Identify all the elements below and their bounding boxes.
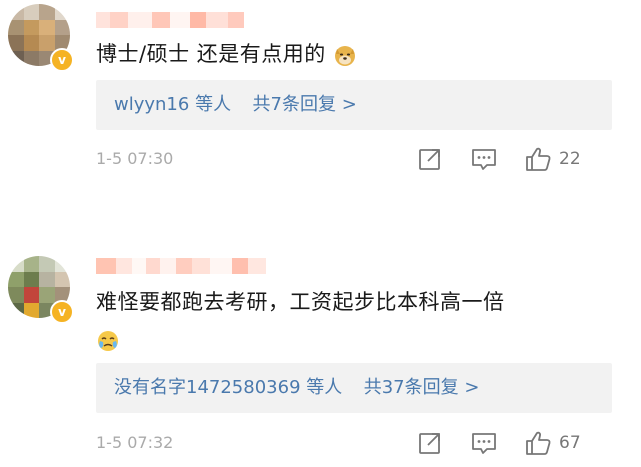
like-count: 67 bbox=[559, 433, 581, 453]
comment-meta-row: 1-5 07:32 67 bbox=[96, 428, 616, 458]
username-redacted[interactable] bbox=[96, 258, 266, 274]
username-redacted[interactable] bbox=[96, 12, 244, 28]
crying-emoji bbox=[98, 331, 118, 351]
comment-item: v 博士/硕士 还是有点用的 wlyyn16 等人 共7条回复 > 1-5 07… bbox=[0, 0, 641, 200]
comment-text: 难怪要都跑去考研，工资起步比本科高一倍 bbox=[96, 283, 505, 359]
verified-badge-icon: v bbox=[50, 48, 74, 72]
comment-text: 博士/硕士 还是有点用的 bbox=[96, 35, 357, 73]
reply-users-suffix: 等人 bbox=[306, 377, 343, 398]
comment-icon[interactable] bbox=[470, 430, 498, 456]
like-count: 22 bbox=[559, 149, 581, 169]
reply-users-suffix: 等人 bbox=[195, 94, 232, 115]
reply-summary-link[interactable]: wlyyn16 等人 共7条回复 > bbox=[96, 80, 612, 130]
comment-item: v 难怪要都跑去考研，工资起步比本科高一倍 没有名字1472580369 等人 … bbox=[0, 248, 641, 467]
comment-body: 难怪要都跑去考研，工资起步比本科高一倍 bbox=[96, 290, 505, 314]
share-icon[interactable] bbox=[416, 430, 444, 456]
reply-users: wlyyn16 bbox=[114, 94, 190, 115]
comment-feed: v 博士/硕士 还是有点用的 wlyyn16 等人 共7条回复 > 1-5 07… bbox=[0, 0, 641, 467]
share-icon[interactable] bbox=[416, 146, 444, 172]
comment-meta-row: 1-5 07:30 22 bbox=[96, 144, 616, 174]
reply-users: 没有名字1472580369 bbox=[114, 377, 301, 398]
verified-badge-icon: v bbox=[50, 300, 74, 324]
timestamp: 1-5 07:30 bbox=[96, 149, 174, 168]
reply-count: 共37条回复 > bbox=[363, 377, 480, 398]
comment-body: 博士/硕士 还是有点用的 bbox=[96, 42, 326, 66]
like-icon[interactable] bbox=[524, 146, 552, 172]
reply-count: 共7条回复 > bbox=[252, 94, 357, 115]
doge-emoji bbox=[334, 46, 355, 66]
timestamp: 1-5 07:32 bbox=[96, 433, 174, 452]
like-icon[interactable] bbox=[524, 430, 552, 456]
comment-icon[interactable] bbox=[470, 146, 498, 172]
reply-summary-link[interactable]: 没有名字1472580369 等人 共37条回复 > bbox=[96, 363, 612, 413]
